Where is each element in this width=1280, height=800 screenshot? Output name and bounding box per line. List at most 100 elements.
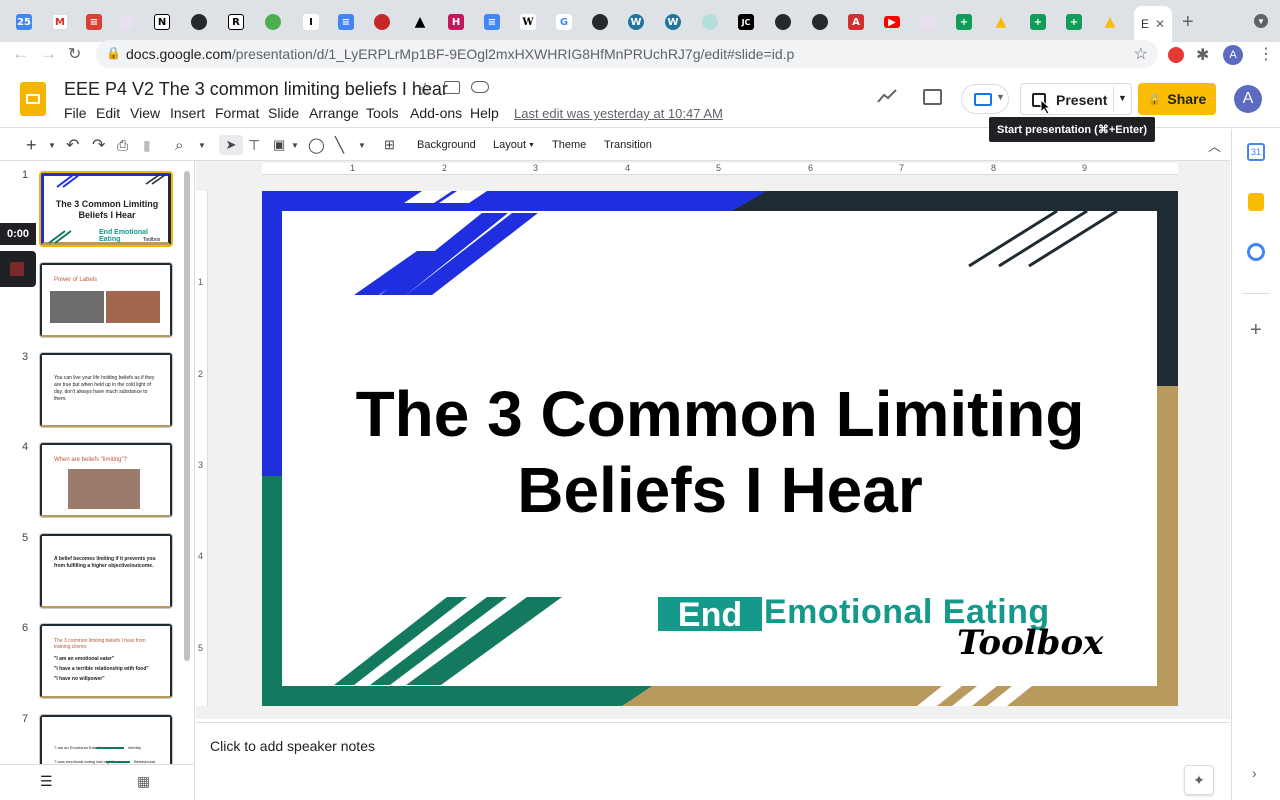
tab-notion[interactable]: N (146, 8, 178, 36)
menu-insert[interactable]: Insert (170, 105, 205, 121)
menu-slide[interactable]: Slide (268, 105, 299, 121)
speaker-notes[interactable]: Click to add speaker notes ✦ (196, 722, 1230, 800)
slide-thumbnail-4[interactable]: When are beliefs "limiting"? (39, 442, 173, 518)
share-button[interactable]: 🔒 Share (1138, 83, 1216, 115)
tab-close-icon[interactable]: ✕ (1155, 17, 1165, 31)
present-button[interactable]: Present ▼ (1020, 83, 1132, 115)
tab-calendar[interactable]: 25 (8, 8, 40, 36)
add-comment-icon[interactable]: ⊞ (384, 135, 395, 155)
last-edit-link[interactable]: Last edit was yesterday at 10:47 AM (514, 106, 723, 121)
expand-panel-icon[interactable]: › (1252, 765, 1257, 781)
grid-view-icon[interactable]: ▦ (137, 773, 150, 790)
tab-leaf[interactable] (257, 8, 289, 36)
line-dropdown-icon[interactable]: ▼ (358, 135, 366, 155)
comments-icon[interactable] (923, 89, 942, 105)
explore-icon[interactable]: ✦ (1184, 765, 1214, 795)
menu-edit[interactable]: Edit (96, 105, 120, 121)
collapse-toolbar-icon[interactable]: ︿ (1208, 135, 1221, 155)
slide-thumbnail-3[interactable]: You can live your life holding beliefs a… (39, 352, 173, 428)
tab-active-slides[interactable]: E ✕ (1134, 6, 1172, 42)
tab-app-3[interactable] (694, 8, 726, 36)
tab-wordpress-2[interactable]: W (657, 8, 689, 36)
tab-cloud[interactable]: ▲ (404, 8, 436, 36)
present-dropdown-icon[interactable]: ▼ (1118, 93, 1127, 103)
tab-app[interactable] (110, 8, 142, 36)
new-slide-icon[interactable]: + (26, 135, 37, 155)
paint-format-icon[interactable]: ▮ (143, 135, 151, 155)
text-box-icon[interactable]: ⊤ (248, 135, 260, 155)
tab-i[interactable]: I (295, 8, 327, 36)
tab-gmail[interactable]: M (44, 8, 76, 36)
back-icon[interactable]: ← (12, 44, 29, 64)
extension-icon[interactable] (1168, 47, 1184, 63)
forward-icon[interactable]: → (40, 44, 57, 64)
tab-docs-2[interactable]: ≡ (476, 8, 508, 36)
line-icon[interactable]: ╲ (335, 135, 344, 155)
tab-wordpress[interactable]: W (620, 8, 652, 36)
menu-addons[interactable]: Add-ons (410, 105, 462, 121)
cloud-status-icon[interactable] (471, 81, 489, 93)
slide-thumbnail-6[interactable]: The 3 common limiting beliefs I hear fro… (39, 623, 173, 699)
add-addon-icon[interactable]: + (1250, 319, 1262, 342)
tab-acrobat[interactable]: A (840, 8, 872, 36)
tab-todoist[interactable]: ≡ (78, 8, 110, 36)
recording-stop-button[interactable] (0, 251, 36, 287)
transition-button[interactable]: Transition (604, 135, 652, 155)
zoom-icon[interactable]: ⌕ (175, 135, 183, 155)
tab-github-3[interactable] (767, 8, 799, 36)
tab-drive[interactable]: ▲ (985, 8, 1017, 36)
vertical-ruler[interactable]: 1 2 3 4 5 (196, 191, 208, 706)
tab-docs[interactable]: ≡ (330, 8, 362, 36)
tab-h[interactable]: H (440, 8, 472, 36)
layout-button[interactable]: Layout ▼ (493, 135, 535, 155)
tab-sheets-2[interactable]: + (1022, 8, 1054, 36)
image-icon[interactable]: ▣ (273, 135, 285, 155)
slide[interactable]: The 3 Common Limiting Beliefs I Hear End… (262, 191, 1178, 706)
tab-github[interactable] (183, 8, 215, 36)
slide-thumbnail-1[interactable]: The 3 Common Limiting Beliefs I Hear End… (39, 171, 173, 247)
menu-view[interactable]: View (130, 105, 160, 121)
tab-github-4[interactable] (804, 8, 836, 36)
list-view-icon[interactable]: ☰ (40, 773, 53, 790)
slide-thumbnail-5[interactable]: A belief becomes limiting if it prevents… (39, 533, 173, 609)
new-slide-dropdown-icon[interactable]: ▼ (48, 135, 56, 155)
tab-jc[interactable]: JC (730, 8, 762, 36)
tab-google[interactable]: G (548, 8, 580, 36)
browser-profile-avatar[interactable]: A (1223, 45, 1243, 65)
undo-icon[interactable]: ↶ (66, 135, 79, 155)
menu-tools[interactable]: Tools (366, 105, 399, 121)
slide-title[interactable]: The 3 Common Limiting Beliefs I Hear (262, 376, 1178, 528)
address-bar[interactable]: 🔒 docs.google.com/presentation/d/1_LyERP… (96, 40, 1158, 68)
zoom-dropdown-icon[interactable]: ▼ (198, 135, 206, 155)
new-tab-icon[interactable]: + (1182, 11, 1194, 34)
tab-search-icon[interactable]: ▼ (1254, 14, 1268, 28)
redo-icon[interactable]: ↷ (92, 135, 105, 155)
menu-help[interactable]: Help (470, 105, 499, 121)
tasks-icon[interactable] (1247, 243, 1265, 261)
shape-icon[interactable]: ◯ (308, 135, 325, 155)
activity-trend-icon[interactable] (876, 88, 898, 104)
menu-file[interactable]: File (64, 105, 87, 121)
account-avatar[interactable]: A (1234, 85, 1262, 113)
tab-drive-2[interactable]: ▲ (1094, 8, 1126, 36)
print-icon[interactable]: ⎙ (117, 135, 128, 155)
keep-icon[interactable] (1248, 193, 1264, 211)
image-dropdown-icon[interactable]: ▼ (291, 135, 299, 155)
tab-sheets-3[interactable]: + (1058, 8, 1090, 36)
meet-present-button[interactable]: ▼ (961, 84, 1009, 114)
tab-app-4[interactable] (912, 8, 944, 36)
theme-button[interactable]: Theme (552, 135, 586, 155)
tab-r[interactable]: R (220, 8, 252, 36)
horizontal-ruler[interactable]: 1 2 3 4 5 6 7 8 9 (262, 163, 1178, 175)
reload-icon[interactable]: ↻ (68, 44, 81, 64)
menu-format[interactable]: Format (215, 105, 259, 121)
select-tool-icon[interactable]: ➤ (219, 135, 243, 155)
calendar-icon[interactable]: 31 (1247, 143, 1265, 161)
tab-sheets[interactable]: + (948, 8, 980, 36)
bookmark-star-icon[interactable]: ☆ (1134, 44, 1148, 64)
tab-youtube[interactable]: ▶ (876, 8, 908, 36)
slides-logo-icon[interactable] (20, 82, 46, 116)
menu-arrange[interactable]: Arrange (309, 105, 359, 121)
slide-thumbnail-2[interactable]: Power of Labels (39, 262, 173, 338)
move-folder-icon[interactable] (444, 81, 460, 94)
